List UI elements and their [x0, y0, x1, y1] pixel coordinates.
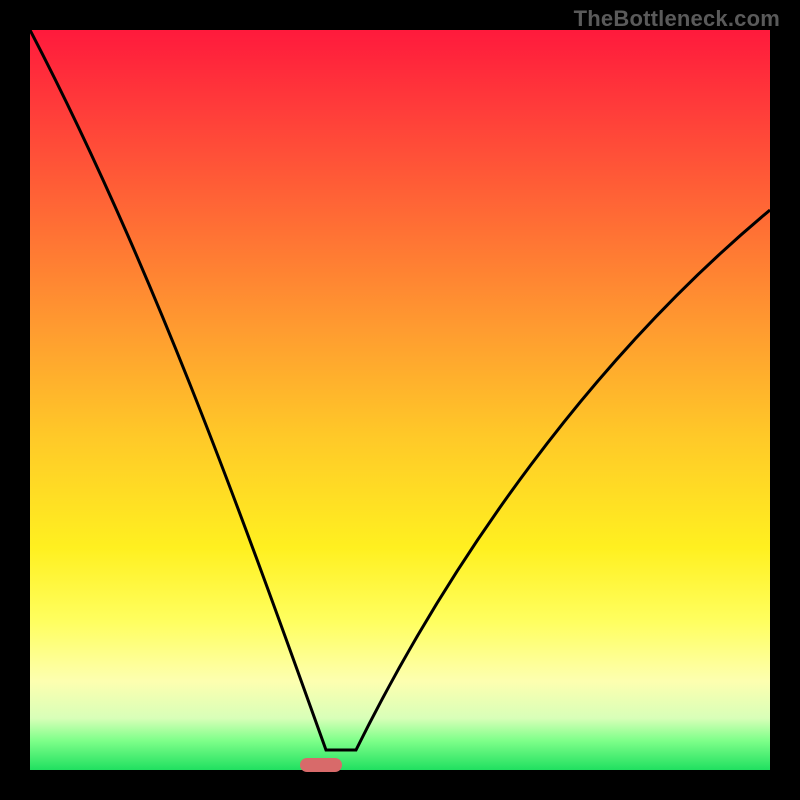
bottleneck-curve: [30, 30, 770, 770]
outer-frame: TheBottleneck.com: [0, 0, 800, 800]
curve-path: [30, 30, 770, 750]
watermark-text: TheBottleneck.com: [574, 6, 780, 32]
optimal-marker: [300, 758, 342, 772]
